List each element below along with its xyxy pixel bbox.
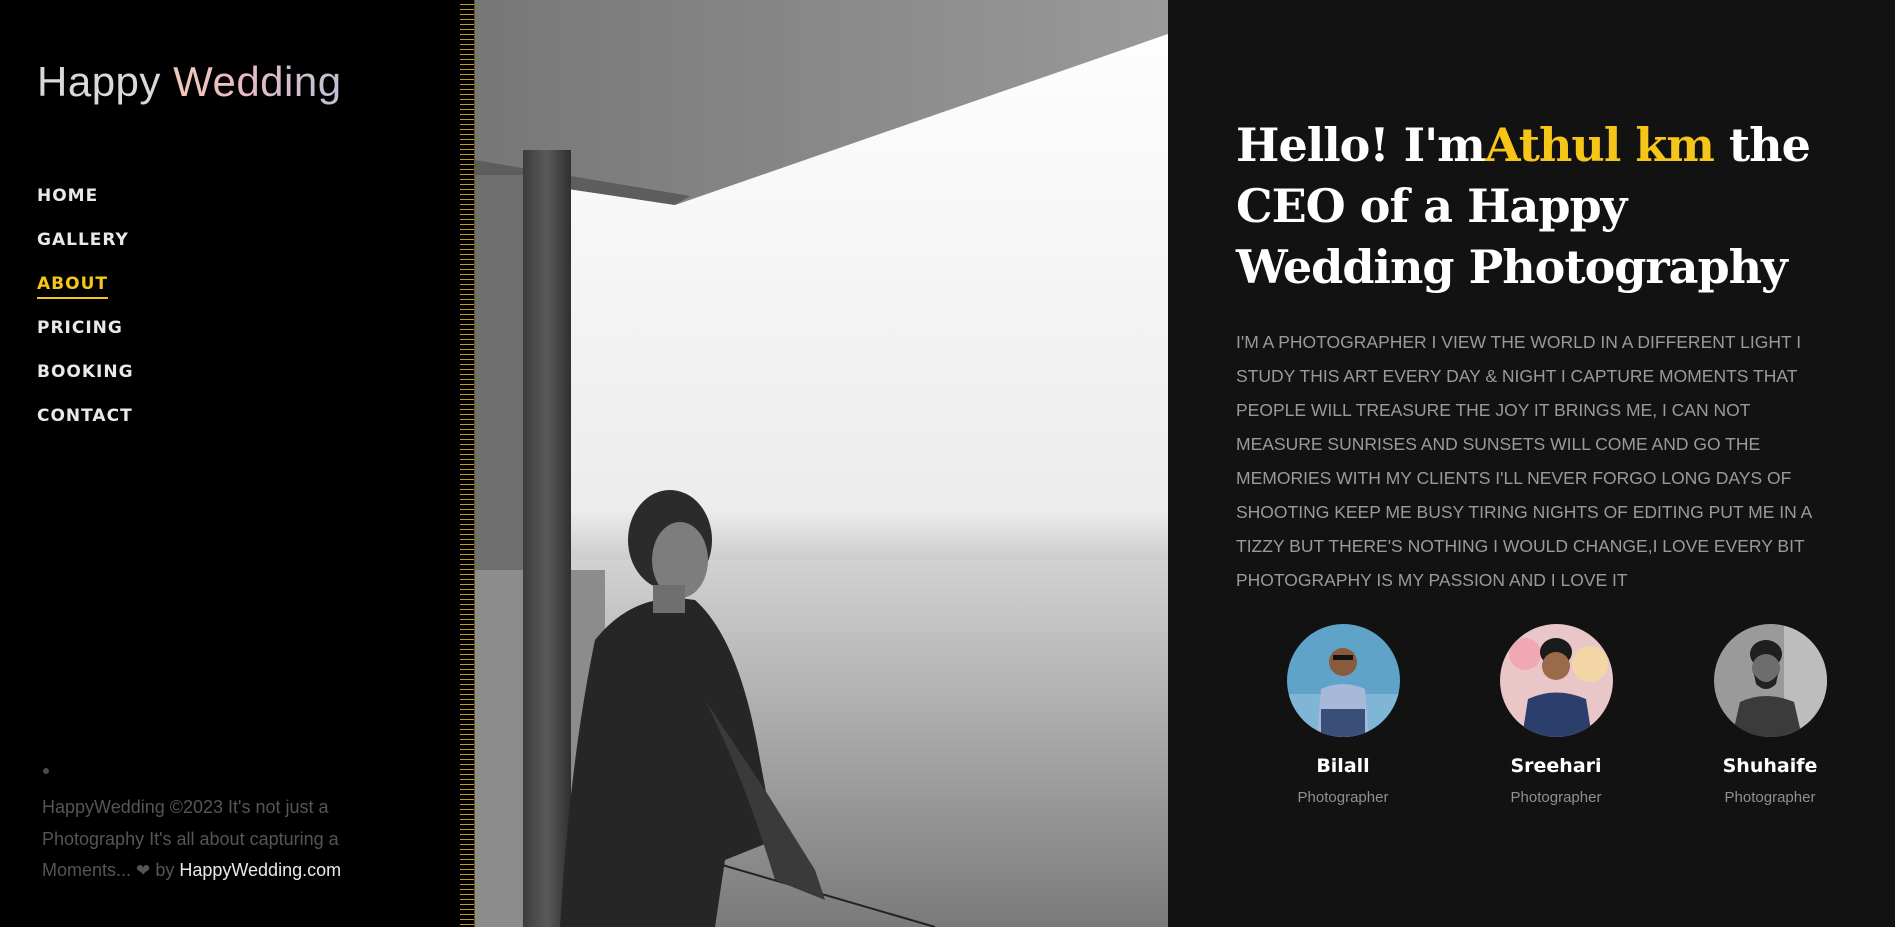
- member-name: Sreehari: [1510, 755, 1602, 777]
- nav-item-booking: BOOKING: [37, 362, 134, 406]
- nav-item-about: ABOUT: [37, 274, 134, 318]
- team-member: Bilall Photographer: [1236, 624, 1450, 808]
- member-role: Photographer: [1510, 789, 1602, 806]
- about-bio: I'M A PHOTOGRAPHER I VIEW THE WORLD IN A…: [1236, 332, 1812, 590]
- nav-link-contact[interactable]: CONTACT: [37, 406, 133, 429]
- logo-word-happy: Happy: [37, 58, 161, 105]
- heading-prefix: Hello! I'm: [1236, 118, 1486, 172]
- team-member: Shuhaife Photographer: [1663, 624, 1877, 808]
- nav-link-booking[interactable]: BOOKING: [37, 362, 134, 385]
- member-name: Bilall: [1316, 755, 1370, 777]
- sidebar: Happy Wedding HOME GALLERY ABOUT PRICING…: [0, 0, 475, 927]
- page: Happy Wedding HOME GALLERY ABOUT PRICING…: [0, 0, 1895, 927]
- portrait-photo-image: [475, 0, 1168, 927]
- nav-link-about[interactable]: ABOUT: [37, 274, 108, 299]
- main-nav: HOME GALLERY ABOUT PRICING BOOKING CONTA…: [37, 186, 134, 450]
- nav-item-contact: CONTACT: [37, 406, 134, 450]
- logo-word-wedding: Wedding: [173, 58, 342, 105]
- nav-link-pricing[interactable]: PRICING: [37, 318, 123, 341]
- about-section: Hello! I'mAthul km the CEO of a Happy We…: [1168, 0, 1895, 927]
- avatar: [1713, 624, 1827, 737]
- heading-name: Athul km: [1484, 118, 1715, 172]
- nav-item-pricing: PRICING: [37, 318, 134, 362]
- member-role: Photographer: [1724, 789, 1816, 806]
- avatar: [1286, 624, 1400, 737]
- hero-photo: [475, 0, 1168, 927]
- footer-by: by: [155, 860, 175, 880]
- member-role: Photographer: [1297, 789, 1389, 806]
- heart-icon: ❤: [136, 861, 151, 880]
- ruler-strip: [460, 0, 475, 927]
- decorative-dot: [43, 768, 49, 774]
- footer-link[interactable]: HappyWedding.com: [179, 860, 341, 880]
- sidebar-footer: HappyWedding ©2023 It's not just a Photo…: [42, 792, 387, 887]
- member-name: Shuhaife: [1722, 755, 1818, 777]
- team-list: Bilall Photographer Sreehari Photographe…: [1236, 624, 1876, 814]
- team-member: Sreehari Photographer: [1449, 624, 1663, 808]
- nav-link-gallery[interactable]: GALLERY: [37, 230, 129, 253]
- nav-item-gallery: GALLERY: [37, 230, 134, 274]
- avatar: [1499, 624, 1613, 737]
- nav-link-home[interactable]: HOME: [37, 186, 98, 209]
- site-logo[interactable]: Happy Wedding: [37, 58, 342, 106]
- about-heading: Hello! I'mAthul km the CEO of a Happy We…: [1236, 115, 1836, 298]
- nav-item-home: HOME: [37, 186, 134, 230]
